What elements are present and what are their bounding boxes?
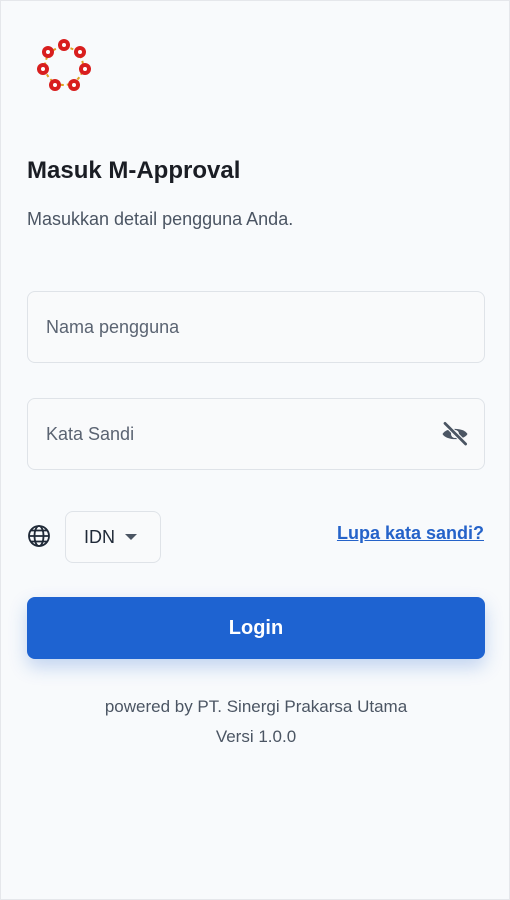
username-input[interactable] [28,292,484,362]
language-select[interactable]: IDN [65,511,161,563]
powered-by-text: powered by PT. Sinergi Prakarsa Utama [104,697,408,716]
page-title: Masuk M-Approval [27,157,241,184]
version-text: Versi 1.0.0 [215,727,297,746]
password-field[interactable] [27,398,485,470]
forgot-password-link[interactable]: Lupa kata sandi? [337,523,484,544]
username-field[interactable] [27,291,485,363]
chevron-down-icon [125,534,137,540]
password-input[interactable] [28,399,440,469]
page-subtitle: Masukkan detail pengguna Anda. [27,209,294,229]
eye-off-icon[interactable] [440,419,470,449]
language-selected-label: IDN [84,526,115,547]
globe-icon [28,525,50,547]
login-button[interactable]: Login [27,597,485,659]
app-logo [35,37,93,95]
